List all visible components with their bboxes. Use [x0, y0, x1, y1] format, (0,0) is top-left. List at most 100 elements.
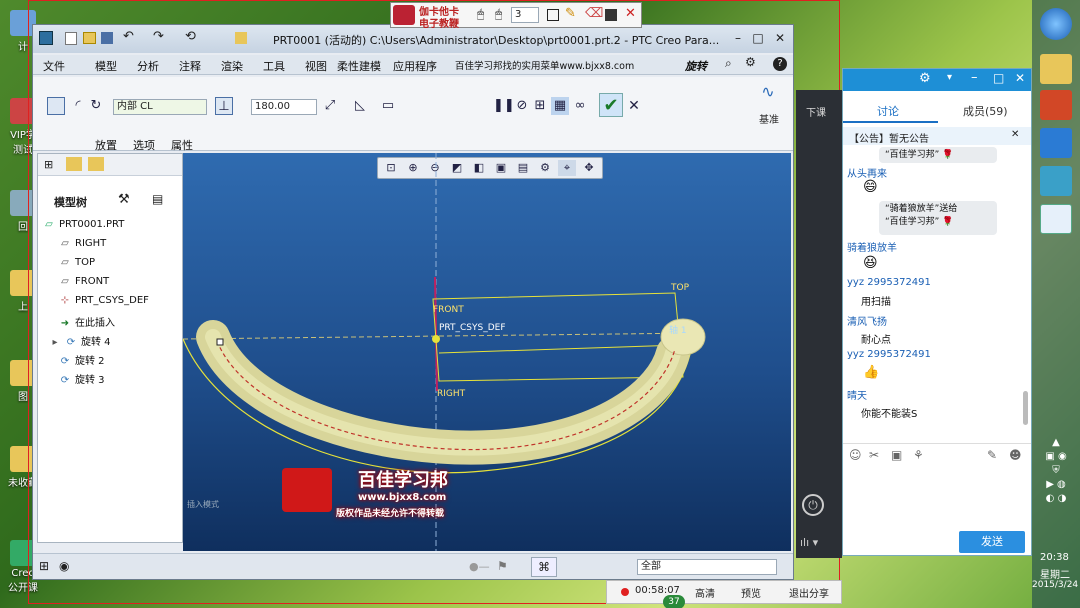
find-icon[interactable]: ⌘ [531, 557, 557, 577]
save-icon[interactable] [101, 32, 113, 44]
surface-icon[interactable]: ◜ [69, 97, 87, 115]
settings-icon[interactable]: ⚙ [745, 55, 756, 69]
powerpoint-taskbar-icon[interactable] [1040, 90, 1072, 120]
send-button[interactable]: 发送 [959, 531, 1025, 553]
angle-type-icon[interactable]: ⊥ [215, 97, 233, 115]
chat-username[interactable]: 晴天 [847, 387, 867, 402]
menu-flexible-modeling[interactable]: 柔性建模 [337, 58, 381, 74]
graphics-viewport[interactable]: ⊡ ⊕ ⊖ ◩ ◧ ▣ ▤ ⚙ ⌖ ✥ TOP FRONT PRT_CSYS_D… [183, 153, 791, 551]
tree-item-csys[interactable]: ⊹ PRT_CSYS_DEF [59, 295, 149, 306]
regenerate-icon[interactable]: ⟲ [185, 29, 196, 44]
folder-tab-icon[interactable] [66, 157, 82, 171]
flip-direction-icon[interactable]: ⤢ [321, 97, 339, 115]
menu-file[interactable]: 文件 [43, 58, 65, 74]
search-icon[interactable]: ⌕ [725, 56, 732, 71]
clock-day[interactable]: 星期二 [1040, 566, 1070, 581]
flower-icon[interactable]: ⚘ [913, 448, 924, 462]
tree-toggle-icon[interactable]: ⊞ [39, 559, 49, 573]
tree-columns-icon[interactable]: ▤ [152, 192, 163, 206]
tree-tab-icon[interactable]: ⊞ [44, 158, 53, 171]
menu-applications[interactable]: 应用程序 [393, 58, 437, 74]
pen-icon[interactable]: ✎ [565, 6, 576, 21]
tree-settings-icon[interactable]: ⚒ [118, 192, 130, 207]
start-orb-icon[interactable] [1040, 8, 1072, 40]
tab-properties[interactable]: 属性 [171, 137, 193, 153]
open-icon[interactable] [83, 32, 96, 44]
tab-options[interactable]: 选项 [133, 137, 155, 153]
menu-revolve[interactable]: 旋转 [685, 58, 707, 74]
chat-settings-icon[interactable]: ⚙ [919, 71, 931, 86]
emoji-icon[interactable]: ☺ [849, 448, 862, 462]
tree-item-front[interactable]: ▱ FRONT [59, 276, 109, 287]
chat-tab-discussion[interactable]: 讨论 [877, 103, 899, 119]
eraser-icon[interactable]: ⌫ [585, 6, 603, 21]
chat-tab-members[interactable]: 成员(59) [963, 103, 1008, 119]
chat-close-icon[interactable]: ✕ [1015, 71, 1025, 85]
verify-icon[interactable]: ▦ [551, 97, 569, 115]
datum-icon[interactable]: ∿ [759, 83, 777, 101]
power-icon[interactable]: ⏻ [802, 494, 824, 516]
redo-icon[interactable]: ↷ [153, 29, 164, 44]
glasses-icon[interactable]: ∞ [571, 97, 589, 115]
menu-analysis[interactable]: 分析 [137, 58, 159, 74]
notes-taskbar-icon[interactable] [1040, 166, 1072, 196]
scissors-icon[interactable]: ✂ [869, 448, 879, 462]
clock-time[interactable]: 20:38 [1040, 552, 1069, 563]
selection-filter[interactable]: 全部 [637, 559, 777, 575]
window-taskbar-icon[interactable] [1040, 204, 1072, 234]
no-preview-icon[interactable]: ⊘ [513, 97, 531, 115]
menu-view[interactable]: 视图 [305, 58, 327, 74]
classroom-taskbar-icon[interactable] [1040, 128, 1072, 158]
chat-username[interactable]: yyz 2995372491 [847, 277, 931, 288]
clock-date[interactable]: 2015/3/24 [1032, 580, 1078, 590]
cancel-icon[interactable]: ✕ [625, 97, 643, 115]
edit-icon[interactable]: ✎ [987, 448, 997, 462]
menu-custom[interactable]: 百佳学习邦找的实用菜单www.bjxx8.com [455, 58, 634, 72]
chat-username[interactable]: 清风飞扬 [847, 313, 887, 328]
ok-checkmark-icon[interactable]: ✔ [599, 93, 623, 117]
window-icon[interactable] [235, 32, 247, 44]
remove-material-icon[interactable]: ◺ [351, 97, 369, 115]
chat-maximize-icon[interactable]: □ [993, 71, 1004, 85]
close-button[interactable]: ✕ [767, 29, 793, 47]
menu-model[interactable]: 模型 [95, 58, 117, 74]
tree-item-revolve-3[interactable]: ⟳ 旋转 3 [59, 371, 105, 386]
explorer-taskbar-icon[interactable] [1040, 54, 1072, 84]
tree-item-revolve-4[interactable]: ▸ ⟳ 旋转 4 [49, 333, 110, 348]
pen-width-stepper[interactable]: 3 [511, 7, 539, 23]
solid-icon[interactable] [47, 97, 65, 115]
browser-toggle-icon[interactable]: ◉ [59, 559, 69, 573]
mouse-icon[interactable]: 🖱 [477, 7, 484, 22]
chat-dropdown-icon[interactable]: ▾ [947, 72, 952, 83]
new-icon[interactable] [65, 32, 77, 45]
class-end-label[interactable]: 下课 [806, 104, 826, 119]
flag-icon[interactable]: ⚑ [497, 559, 508, 573]
tree-item-insert-here[interactable]: ➜ 在此插入 [59, 314, 115, 329]
preview-icon[interactable]: ⊞ [531, 97, 549, 115]
bars-icon[interactable]: ılı ▾ [800, 536, 818, 549]
rectangle-icon[interactable] [547, 9, 559, 21]
sketch-collector[interactable]: 内部 CL [113, 99, 207, 115]
help-icon[interactable]: ? [773, 57, 787, 71]
tree-item-right[interactable]: ▱ RIGHT [59, 238, 106, 249]
exit-share-button[interactable]: 退出分享 [789, 585, 829, 600]
angle-input[interactable]: 180.00 [251, 99, 317, 115]
chat-scrollbar[interactable] [1023, 391, 1028, 425]
notice-close-icon[interactable]: ✕ [1011, 129, 1019, 140]
tab-placement[interactable]: 放置 [95, 137, 117, 153]
menu-tools[interactable]: 工具 [263, 58, 285, 74]
chat-username[interactable]: 从头再来 [847, 165, 887, 180]
tree-item-revolve-2[interactable]: ⟳ 旋转 2 [59, 352, 105, 367]
revolve-axis-icon[interactable]: ↻ [87, 97, 105, 115]
hd-button[interactable]: 高清 [695, 585, 715, 600]
thicken-icon[interactable]: ▭ [379, 97, 397, 115]
pause-icon[interactable]: ❚❚ [493, 97, 515, 115]
chat-input[interactable] [843, 465, 1031, 525]
datum-label[interactable]: 基准 [759, 111, 779, 126]
image-icon[interactable]: ▣ [891, 448, 902, 462]
menu-annotate[interactable]: 注释 [179, 58, 201, 74]
pointer-icon[interactable]: 🖱 [495, 7, 502, 22]
tree-item-part[interactable]: ▱ PRT0001.PRT [43, 219, 124, 230]
chat-username[interactable]: 骑着狼放羊 [847, 239, 897, 254]
preview-button[interactable]: 预览 [741, 585, 761, 600]
